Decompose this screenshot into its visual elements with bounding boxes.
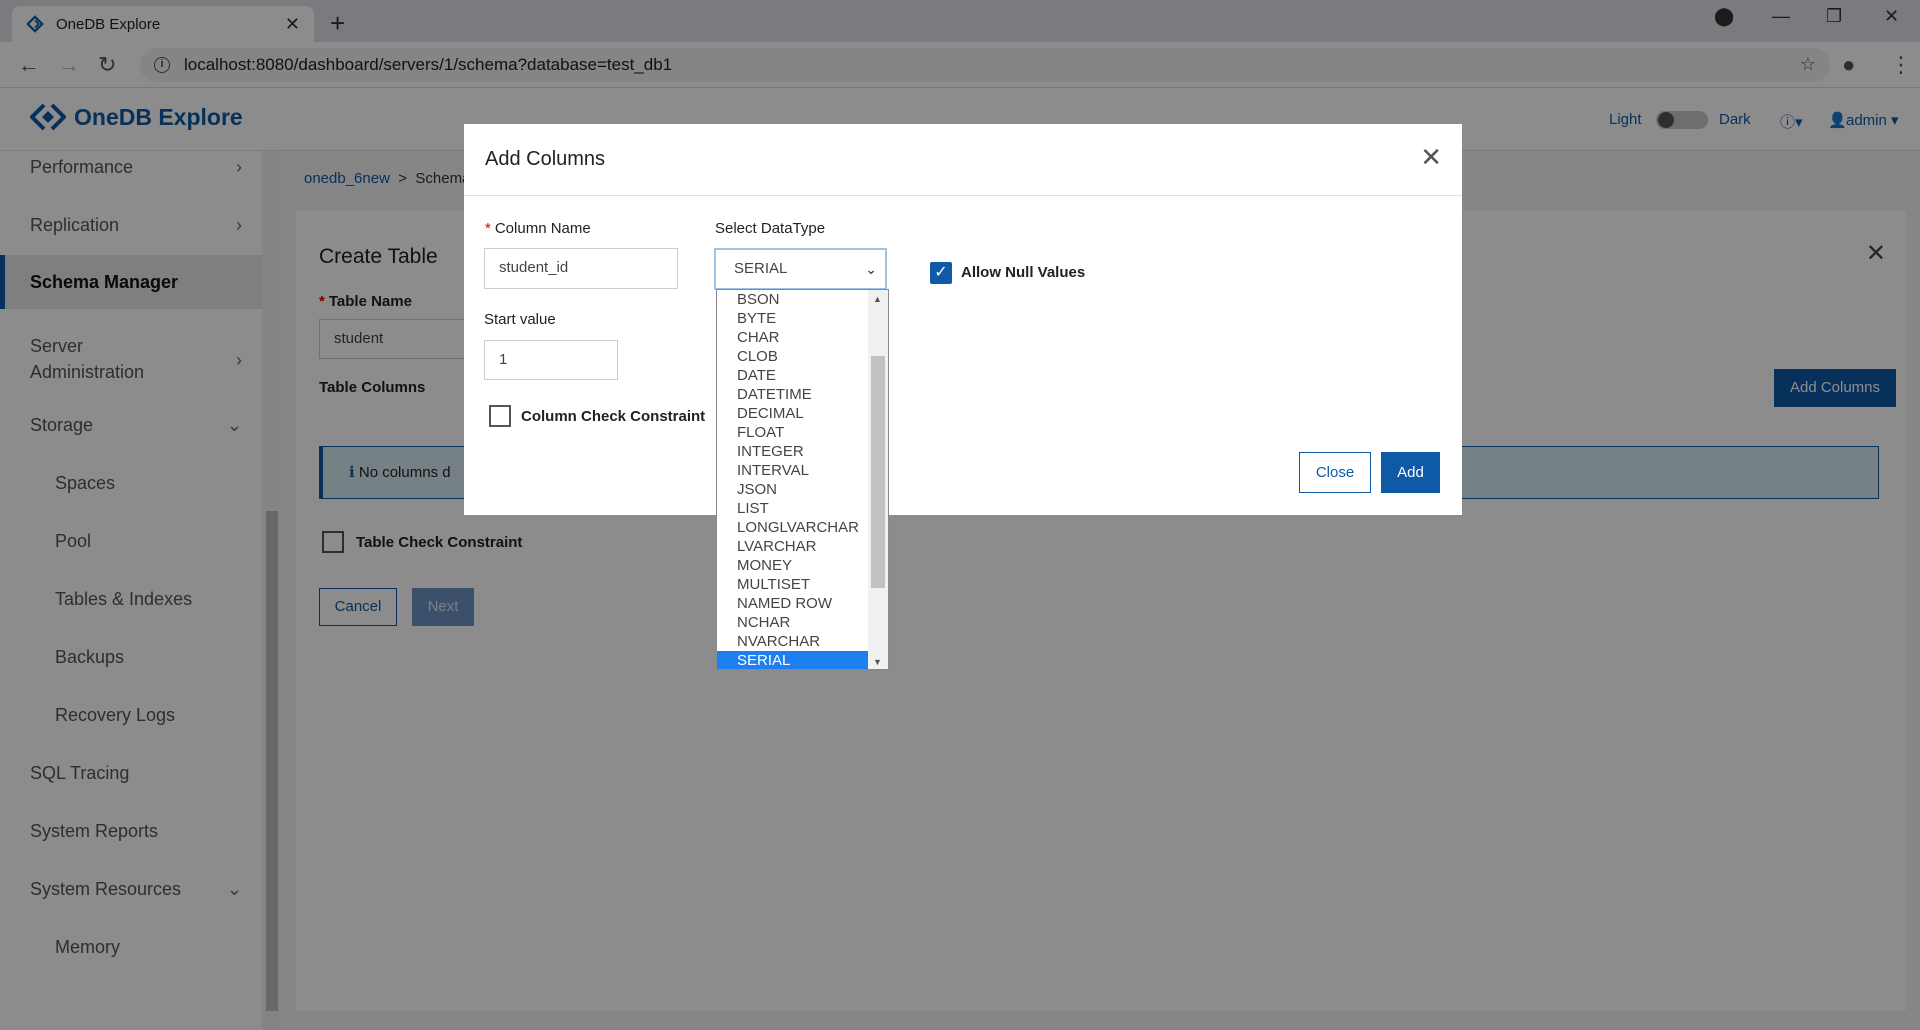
column-check-constraint-checkbox[interactable] — [489, 405, 511, 427]
datatype-option[interactable]: BSON — [717, 290, 868, 309]
datatype-option[interactable]: NVARCHAR — [717, 632, 868, 651]
modal-title: Add Columns — [485, 148, 606, 170]
datatype-option[interactable]: NAMED ROW — [717, 594, 868, 613]
datatype-option[interactable]: FLOAT — [717, 423, 868, 442]
add-columns-modal: Add Columns ✕ * Column Name student_id Se… — [464, 124, 1462, 515]
scrollbar-thumb[interactable] — [871, 356, 885, 588]
scroll-down-icon[interactable]: ▼ — [873, 657, 882, 667]
datatype-label: Select DataType — [715, 220, 826, 237]
close-button[interactable]: Close — [1299, 452, 1371, 493]
datatype-option[interactable]: NCHAR — [717, 613, 868, 632]
scroll-up-icon[interactable]: ▲ — [873, 294, 882, 304]
datatype-option[interactable]: LVARCHAR — [717, 537, 868, 556]
column-check-constraint-label: Column Check Constraint — [521, 408, 706, 425]
datatype-option[interactable]: CLOB — [717, 347, 868, 366]
datatype-option[interactable]: DATE — [717, 366, 868, 385]
allow-null-checkbox[interactable]: ✓ — [930, 262, 952, 284]
datatype-selected-value: SERIAL — [734, 260, 788, 277]
datatype-select[interactable]: SERIAL ⌄ — [714, 248, 887, 290]
datatype-option[interactable]: DATETIME — [717, 385, 868, 404]
datatype-option[interactable]: MULTISET — [717, 575, 868, 594]
add-button[interactable]: Add — [1381, 452, 1440, 493]
datatype-dropdown-list: BSON BYTE CHAR CLOB DATE DATETIME DECIMAL FLOAT… — [716, 289, 889, 670]
datatype-options: BSON BYTE CHAR CLOB DATE DATETIME DECIMAL FLOAT… — [717, 290, 868, 669]
modal-header: Add Columns ✕ — [464, 124, 1462, 196]
datatype-option[interactable]: DECIMAL — [717, 404, 868, 423]
allow-null-label: Allow Null Values — [961, 264, 1086, 281]
datatype-option[interactable]: LIST — [717, 499, 868, 518]
chevron-down-icon: ⌄ — [865, 261, 877, 277]
column-name-label: * Column Name — [485, 220, 591, 237]
datatype-option[interactable]: INTEGER — [717, 442, 868, 461]
datatype-option[interactable]: CHAR — [717, 328, 868, 347]
start-value-input[interactable]: 1 — [484, 340, 618, 380]
datatype-option[interactable]: JSON — [717, 480, 868, 499]
dropdown-scrollbar[interactable]: ▲ ▼ — [868, 290, 888, 669]
modal-close-icon[interactable]: ✕ — [1420, 142, 1442, 173]
datatype-option[interactable]: MONEY — [717, 556, 868, 575]
datatype-option[interactable]: INTERVAL — [717, 461, 868, 480]
datatype-option[interactable]: BYTE — [717, 309, 868, 328]
datatype-option[interactable]: SERIAL — [717, 651, 868, 669]
column-name-input[interactable]: student_id — [484, 248, 678, 289]
start-value-label: Start value — [484, 311, 556, 328]
datatype-option[interactable]: LONGLVARCHAR — [717, 518, 868, 537]
